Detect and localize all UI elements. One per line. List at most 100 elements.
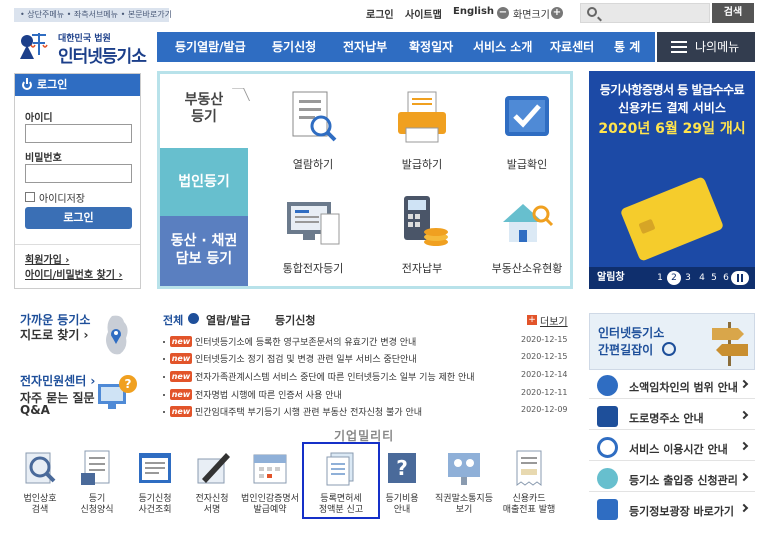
skip-links[interactable]: • 상단주메뉴 • 좌측서브메뉴 • 본문바로가기 xyxy=(14,8,172,22)
chevron-right-icon xyxy=(739,441,749,451)
main-navigation: 등기열람/발급 등기신청 전자납부 확정일자 서비스 소개 자료센터 통 계 xyxy=(157,32,655,62)
bottom-link-card-receipt[interactable]: 신용카드 매출전표 발행 xyxy=(497,449,561,516)
find-account-link[interactable]: 아이디/비밀번호 찾기 › xyxy=(25,266,123,281)
qna-link[interactable]: Q&A xyxy=(20,403,50,417)
password-label: 비밀번호 xyxy=(25,153,62,164)
menu-item-issue[interactable]: 발급하기 xyxy=(372,88,472,172)
notice-tab-apply[interactable]: 등기신청 xyxy=(275,312,315,328)
menu-item-ownership[interactable]: 부동산소유현황 xyxy=(477,192,577,276)
menu-item-verify[interactable]: 발급확인 xyxy=(477,88,577,172)
notice-tab-view[interactable]: 열람/발급 xyxy=(206,312,251,328)
gnb-item-data-center[interactable]: 자료센터 xyxy=(550,32,594,62)
nearby-office-map-link[interactable]: 지도로 찾기 › xyxy=(20,326,89,343)
join-link[interactable]: 회원가입 › xyxy=(25,251,69,266)
bottom-link-seal-reservation[interactable]: 법인인감증명서 발급예약 xyxy=(238,449,302,516)
gnb-item-fixed-date[interactable]: 확정일자 xyxy=(409,32,453,62)
bullet xyxy=(163,394,165,396)
banner-page-3[interactable]: 3 xyxy=(681,271,695,285)
save-id-checkbox[interactable] xyxy=(25,192,35,202)
quick-link-label: 등기정보광장 바로가기 xyxy=(629,505,735,518)
menu-item-view[interactable]: 열람하기 xyxy=(263,88,363,172)
help-monitor-icon: ? xyxy=(98,375,137,409)
new-badge: new xyxy=(170,389,192,400)
quick-link-road-address[interactable]: 도로명주소 안내 xyxy=(589,403,755,430)
category-real-estate[interactable]: 부동산 등기 xyxy=(160,74,251,148)
menu-item-integrated[interactable]: 통합전자등기 xyxy=(263,192,363,276)
e-civil-center-link[interactable]: 전자민원센터 › xyxy=(20,372,95,389)
bottom-link-case-lookup[interactable]: 등기신청 사건조회 xyxy=(123,449,187,516)
category-movable-collateral[interactable]: 동산 · 채권 담보 등기 xyxy=(160,216,248,286)
notice-title[interactable]: 민간임대주택 부기등기 시행 관련 부동산 전자신청 불가 안내 xyxy=(195,405,495,418)
svg-text:?: ? xyxy=(125,377,132,391)
search-input[interactable] xyxy=(603,6,707,20)
checkmark-monitor-icon xyxy=(505,96,549,136)
pause-icon[interactable] xyxy=(731,271,749,285)
bottom-link-label: 직권말소통지등 보기 xyxy=(435,494,493,515)
english-link[interactable]: English xyxy=(453,6,494,17)
quick-link-data-plaza[interactable]: 등기정보광장 바로가기 xyxy=(589,496,755,523)
bottom-link-corp-name-search[interactable]: 법인상호 검색 xyxy=(8,449,72,516)
notice-row[interactable]: new 전자가족관계시스템 서비스 중단에 따른 인터넷등기소 일부 기능 제한… xyxy=(163,370,568,386)
id-input[interactable] xyxy=(25,124,132,143)
new-badge: new xyxy=(170,336,192,347)
new-badge: new xyxy=(170,371,192,382)
banner-line2: 신용카드 결제 서비스 xyxy=(618,101,726,115)
search-button[interactable]: 검색 xyxy=(712,3,754,23)
notice-row[interactable]: new 전자명법 시행에 따른 인증서 사용 안내 2020-12-11 xyxy=(163,388,568,404)
overlay-text: 기업밀리티 xyxy=(334,429,395,443)
gnb-item-view-issue[interactable]: 등기열람/발급 xyxy=(175,32,246,62)
quick-link-tenant-range[interactable]: 소액임차인의 범위 안내 xyxy=(589,372,755,399)
bullet xyxy=(163,341,165,343)
quick-link-access-pass[interactable]: 등기소 출입증 신청관리 xyxy=(589,465,755,492)
house-icon xyxy=(597,375,618,396)
gnb-item-service-intro[interactable]: 서비스 소개 xyxy=(473,32,532,62)
notice-row[interactable]: new 인터넷등기소에 등록한 영구보존문서의 유효기간 변경 안내 2020-… xyxy=(163,335,568,351)
notice-more-link[interactable]: 더보기 xyxy=(540,313,568,328)
korea-map-icon xyxy=(106,315,128,355)
promo-banner[interactable]: 등기사항증명서 등 발급수수료 신용카드 결제 서비스 2020년 6월 29일… xyxy=(589,71,755,289)
my-menu-button[interactable]: 나의메뉴 xyxy=(657,32,755,62)
notice-tab-all[interactable]: 전체 xyxy=(163,312,183,328)
plus-icon: + xyxy=(527,315,537,325)
sitemap-link[interactable]: 사이트맵 xyxy=(405,6,442,21)
house-search-icon xyxy=(503,204,554,242)
top-login-link[interactable]: 로그인 xyxy=(366,6,394,21)
my-menu-label: 나의메뉴 xyxy=(695,40,740,54)
notice-row[interactable]: new 인터넷등기소 정기 점검 및 변경 관련 일부 서비스 중단안내 202… xyxy=(163,352,568,368)
arrow-circle-icon xyxy=(662,342,676,356)
menu-item-payment[interactable]: 전자납부 xyxy=(372,192,472,276)
password-input[interactable] xyxy=(25,164,132,183)
quick-link-label: 등기소 출입증 신청관리 xyxy=(629,474,738,487)
highlight-box xyxy=(302,442,380,519)
quick-link-service-hours[interactable]: 서비스 이용시간 안내 xyxy=(589,434,755,461)
court-logo-icon[interactable] xyxy=(16,31,50,61)
bottom-link-label: 등기 신청양식 xyxy=(80,494,114,515)
notice-title[interactable]: 인터넷등기소에 등록한 영구보존문서의 유효기간 변경 안내 xyxy=(195,335,495,348)
guide-banner[interactable]: 인터넷등기소 간편길잡이 xyxy=(589,313,755,370)
popup-label: 알림창 xyxy=(597,272,625,283)
power-icon xyxy=(22,78,32,90)
gnb-item-apply[interactable]: 등기신청 xyxy=(272,32,316,62)
banner-page-1[interactable]: 1 xyxy=(653,271,667,285)
notice-date: 2020-12-09 xyxy=(521,405,568,414)
menu-icon xyxy=(671,41,687,53)
service-panel: 부동산 등기 법인등기 동산 · 채권 담보 등기 열람하기 발급하기 발급확인 xyxy=(157,71,573,289)
gnb-item-statistics[interactable]: 통 계 xyxy=(614,32,640,62)
receipt-icon xyxy=(516,450,542,486)
bottom-link-cancel-notice[interactable]: 직권말소통지등 보기 xyxy=(432,449,496,516)
zoom-out-button[interactable]: − xyxy=(497,7,509,19)
notice-title[interactable]: 인터넷등기소 정기 점검 및 변경 관련 일부 서비스 중단안내 xyxy=(195,352,495,365)
id-label: 아이디 xyxy=(25,113,53,124)
bottom-link-forms[interactable]: 등기 신청양식 xyxy=(65,449,129,516)
notice-row[interactable]: new 민간임대주택 부기등기 시행 관련 부동산 전자신청 불가 안내 202… xyxy=(163,405,568,421)
gnb-item-payment[interactable]: 전자납부 xyxy=(343,32,387,62)
logo-title[interactable]: 인터넷등기소 xyxy=(58,42,147,67)
login-button[interactable]: 로그인 xyxy=(25,207,132,229)
zoom-in-button[interactable]: + xyxy=(551,7,563,19)
quick-link-label: 소액임차인의 범위 안내 xyxy=(629,381,738,394)
notice-title[interactable]: 전자가족관계시스템 서비스 중단에 따른 인터넷등기소 일부 기능 제한 안내 xyxy=(195,370,515,383)
banner-page-2[interactable]: 2 xyxy=(667,271,681,285)
bottom-link-e-signature[interactable]: 전자신청 서명 xyxy=(180,449,244,516)
category-corporate[interactable]: 법인등기 xyxy=(160,148,248,216)
notice-title[interactable]: 전자명법 시행에 따른 인증서 사용 안내 xyxy=(195,388,495,401)
